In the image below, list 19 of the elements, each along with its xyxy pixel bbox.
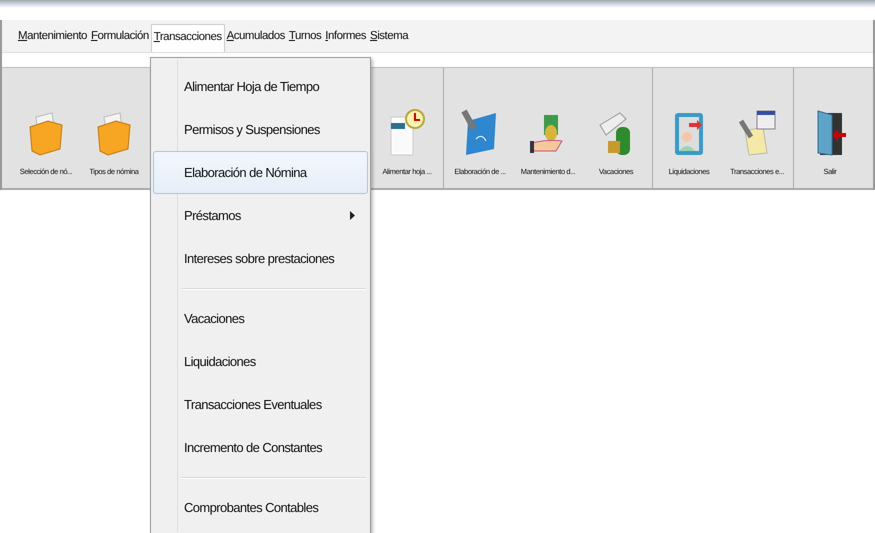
menu-item[interactable]: Formulación: [88, 24, 151, 48]
menu-item[interactable]: Informes: [323, 24, 368, 48]
menu-option[interactable]: Préstamos: [153, 194, 368, 237]
calendar-sheet-icon: [737, 109, 777, 157]
menu-item[interactable]: Acumulados: [224, 24, 287, 48]
menu-item[interactable]: Mantenimiento: [16, 24, 89, 48]
menu-option[interactable]: Elaboración de Nómina: [153, 151, 368, 194]
menu-item[interactable]: Sistema: [368, 24, 410, 48]
menu-option[interactable]: Permisos y Suspensiones: [153, 108, 368, 151]
menu-option[interactable]: Incremento de Constantes: [153, 426, 368, 469]
menu-option[interactable]: Liquidaciones: [153, 340, 368, 383]
menu-option[interactable]: Intereses sobre prestaciones: [153, 237, 368, 280]
menu-item[interactable]: Turnos: [286, 24, 324, 48]
menu-option[interactable]: Alimentar Hoja de Tiempo: [153, 65, 368, 108]
menu-option[interactable]: Vacaciones: [153, 297, 368, 340]
menu-option[interactable]: Comprobantes Contables: [153, 486, 368, 529]
submenu-arrow-icon: [350, 211, 355, 220]
menu-option[interactable]: Transacciones Eventuales: [153, 383, 368, 426]
menu-item[interactable]: Transacciones: [150, 24, 225, 52]
